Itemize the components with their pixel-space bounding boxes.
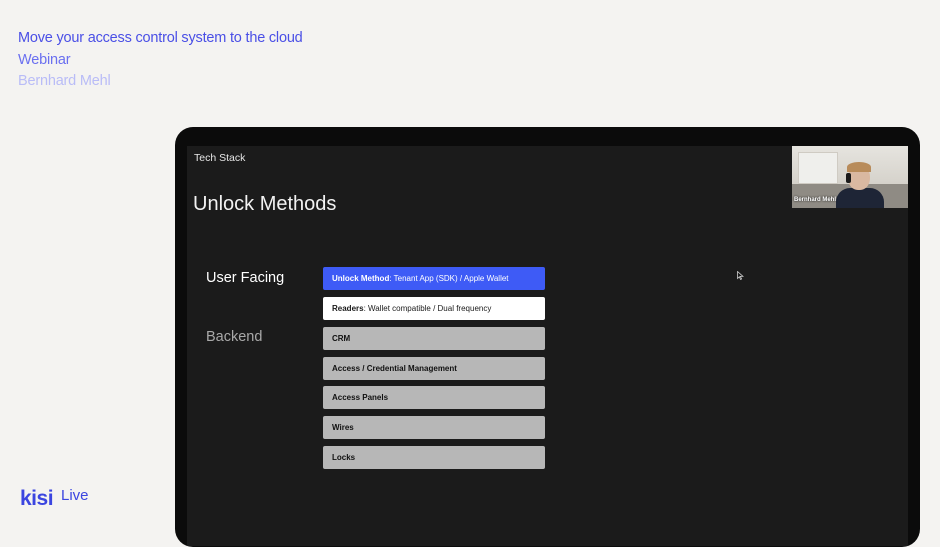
webinar-title: Move your access control system to the c… <box>18 30 303 46</box>
row-detail: : Tenant App (SDK) / Apple Wallet <box>389 274 509 283</box>
slide-title: Unlock Methods <box>193 193 337 215</box>
logo-suffix: Live <box>61 487 89 504</box>
presenter-name: Bernhard Mehl <box>18 73 111 89</box>
row-detail: : Wallet compatible / Dual frequency <box>363 304 492 313</box>
row-title: Access Panels <box>332 393 389 402</box>
row-title: Readers <box>332 304 364 313</box>
readers-row: Readers: Wallet compatible / Dual freque… <box>323 297 545 320</box>
access-credential-management-row: Access / Credential Management <box>323 357 545 380</box>
row-title: Access / Credential Management <box>332 364 457 373</box>
unlock-method-row: Unlock Method: Tenant App (SDK) / Apple … <box>323 267 545 290</box>
headphone-icon <box>846 173 851 183</box>
row-title: Wires <box>332 423 354 432</box>
wires-row: Wires <box>323 416 545 439</box>
laptop-frame: Tech Stack Unlock Methods User Facing Ba… <box>175 127 920 547</box>
webinar-type: Webinar <box>18 51 71 68</box>
presenter-video-tile[interactable]: Bernhard Mehl <box>792 146 908 208</box>
access-panels-row: Access Panels <box>323 386 545 409</box>
row-title: Locks <box>332 453 356 462</box>
logo-brand: kisi <box>20 487 54 510</box>
user-facing-label: User Facing <box>206 270 285 286</box>
background-window <box>798 152 838 184</box>
participant-name-label: Bernhard Mehl <box>794 197 837 203</box>
row-title: Unlock Method <box>332 274 390 283</box>
locks-row: Locks <box>323 446 545 469</box>
crm-row: CRM <box>323 327 545 350</box>
presenter-body <box>836 188 884 208</box>
webinar-header: Move your access control system to the c… <box>18 28 303 93</box>
backend-label: Backend <box>206 329 263 345</box>
row-title: CRM <box>332 334 351 343</box>
slide-section-label: Tech Stack <box>194 152 246 164</box>
mouse-cursor-icon <box>737 270 745 282</box>
presenter-hair <box>847 162 871 172</box>
shared-screen: Tech Stack Unlock Methods User Facing Ba… <box>187 146 908 546</box>
